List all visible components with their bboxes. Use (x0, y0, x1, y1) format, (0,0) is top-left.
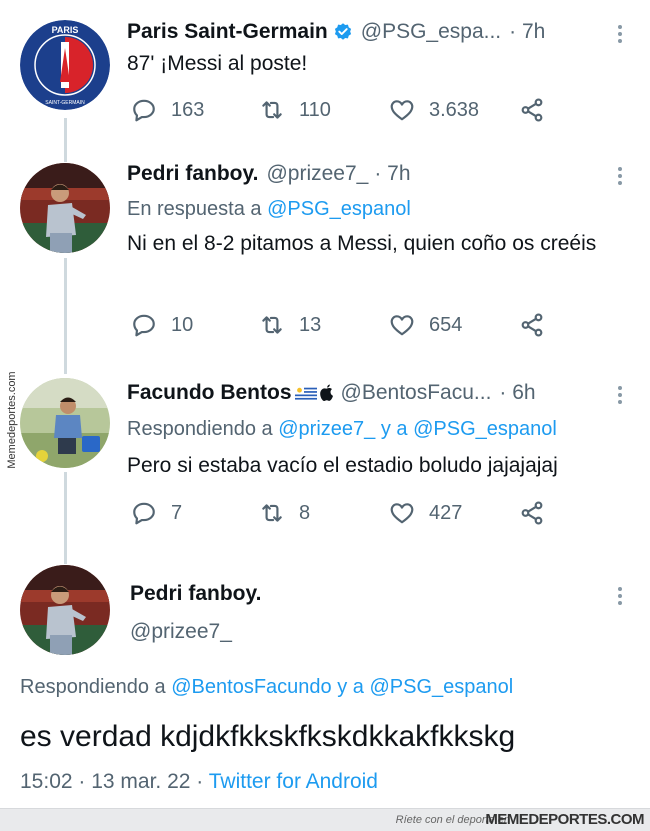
retweet-icon (262, 101, 282, 119)
reply-context: En respuesta a @PSG_espanol (127, 198, 411, 221)
psg-logo-top-text: PARIS (52, 25, 79, 35)
psg-avatar[interactable]: PARIS SAINT-GERMAIN (20, 20, 110, 110)
like-button[interactable]: 654 (389, 312, 462, 338)
uruguay-flag-icon (294, 385, 317, 401)
author-handle[interactable]: @BentosFacu... (341, 381, 492, 405)
like-button[interactable]: 3.638 (389, 97, 479, 123)
reply-mention[interactable]: @PSG_espanol (267, 198, 411, 220)
like-icon (390, 315, 414, 336)
more-options-icon[interactable] (618, 164, 622, 188)
thread-line (64, 472, 67, 564)
tweet-header: Paris Saint-Germain @PSG_espa... · 7h (127, 20, 545, 44)
tweet-actions: 163 110 3.638 (131, 97, 591, 127)
facundo-bentos-avatar[interactable] (20, 378, 110, 468)
footer-watermark: Ríete con el deporte en MEMEDEPORTES.COM (0, 808, 650, 831)
tweet-time[interactable]: · 7h (509, 20, 545, 44)
retweet-button[interactable]: 110 (259, 97, 331, 123)
reply-button[interactable]: 7 (131, 500, 182, 526)
pedri-fanboy-avatar[interactable] (20, 565, 110, 655)
like-icon (390, 503, 414, 524)
avatar-photo (20, 565, 110, 655)
tweet-text: Ni en el 8-2 pitamos a Messi, quien coño… (127, 232, 597, 255)
retweet-icon (262, 504, 282, 522)
retweet-button[interactable]: 13 (259, 312, 321, 338)
avatar-photo (20, 378, 110, 468)
apple-logo-icon (319, 384, 333, 401)
share-icon (521, 501, 543, 525)
like-count: 427 (429, 501, 463, 524)
reply-button[interactable]: 10 (131, 312, 193, 338)
reply-joiner: y a (380, 418, 408, 440)
more-options-icon[interactable] (618, 584, 622, 608)
reply-context: Respondiendo a @BentosFacundo y a @PSG_e… (20, 676, 513, 699)
tweet-text: Pero si estaba vacío el estadio boludo j… (127, 454, 558, 477)
pedri-fanboy-avatar[interactable] (20, 163, 110, 253)
author-name[interactable]: Pedri fanboy. (127, 162, 258, 186)
like-count: 654 (429, 313, 463, 336)
share-button[interactable] (519, 500, 545, 526)
tweet-text: 87' ¡Messi al poste! (127, 52, 308, 75)
share-icon (521, 313, 543, 337)
author-name[interactable]: Paris Saint-Germain (127, 20, 328, 44)
like-button[interactable]: 427 (389, 500, 462, 526)
verified-badge-icon (334, 23, 351, 40)
side-watermark-text: Memedeportes.com (6, 371, 18, 469)
share-button[interactable] (519, 97, 545, 123)
tweet-actions: 10 13 654 (131, 312, 591, 342)
reply-icon (133, 99, 155, 122)
tweet-timestamp[interactable]: 15:02 · 13 mar. 22 · (20, 770, 203, 793)
tweet-actions: 7 8 427 (131, 500, 591, 530)
reply-mention[interactable]: @BentosFacundo (171, 676, 331, 698)
reply-count: 10 (171, 313, 194, 336)
footer-watermark-site: MEMEDEPORTES.COM (485, 811, 644, 828)
reply-joiner: y a (337, 676, 364, 698)
share-button[interactable] (519, 312, 545, 338)
tweet-source[interactable]: Twitter for Android (209, 770, 378, 793)
author-handle[interactable]: @prizee7_ (266, 162, 368, 186)
share-icon (521, 98, 543, 122)
avatar-photo (20, 163, 110, 253)
author-name[interactable]: Pedri fanboy. (130, 582, 261, 606)
more-options-icon[interactable] (618, 22, 622, 46)
retweet-count: 110 (299, 98, 331, 121)
tweet-header: Pedri fanboy. @prizee7_ · 7h (127, 162, 411, 186)
retweet-icon (262, 316, 282, 334)
author-handle[interactable]: @prizee7_ (130, 620, 232, 644)
author-handle[interactable]: @PSG_espa... (361, 20, 501, 44)
like-icon (390, 100, 414, 121)
psg-logo: PARIS SAINT-GERMAIN (20, 20, 110, 110)
reply-button[interactable]: 163 (131, 97, 204, 123)
tweet-time[interactable]: · 7h (374, 162, 410, 186)
tweet-header: Facundo Bentos @BentosFacu... · 6h (127, 381, 536, 405)
psg-logo-bottom-text: SAINT-GERMAIN (45, 100, 85, 106)
retweet-count: 13 (299, 313, 322, 336)
reply-prefix: Respondiendo a (20, 676, 166, 698)
main-tweet-text: es verdad kdjdkfkkskfkskdkkakfkkskg (20, 720, 516, 753)
thread-line (64, 118, 67, 162)
reply-count: 7 (171, 501, 183, 524)
tweet-meta: 15:02 · 13 mar. 22 · Twitter for Android (20, 770, 378, 794)
retweet-button[interactable]: 8 (259, 500, 310, 526)
reply-context: Respondiendo a @prizee7_ y a @PSG_espano… (127, 418, 557, 441)
reply-count: 163 (171, 98, 205, 121)
reply-mention[interactable]: @prizee7_ (278, 418, 375, 440)
reply-prefix: En respuesta a (127, 198, 262, 220)
tweet-time[interactable]: · 6h (499, 381, 535, 405)
reply-prefix: Respondiendo a (127, 418, 273, 440)
like-count: 3.638 (429, 98, 480, 121)
reply-icon (133, 502, 155, 525)
more-options-icon[interactable] (618, 383, 622, 407)
retweet-count: 8 (299, 501, 311, 524)
reply-mention[interactable]: @PSG_espanol (413, 418, 557, 440)
reply-icon (133, 314, 155, 337)
reply-mention[interactable]: @PSG_espanol (369, 676, 513, 698)
author-name[interactable]: Facundo Bentos (127, 381, 292, 405)
thread-line (64, 258, 67, 374)
